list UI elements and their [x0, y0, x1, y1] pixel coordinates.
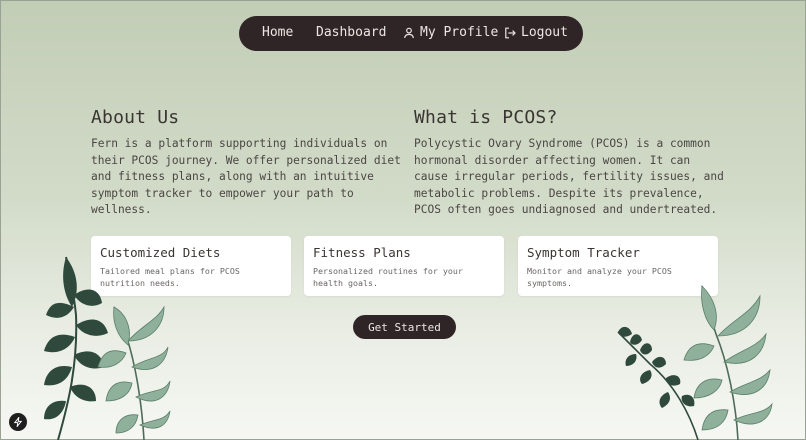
get-started-button[interactable]: Get Started: [353, 315, 456, 339]
pcos-text: Polycystic Ovary Syndrome (PCOS) is a co…: [414, 137, 724, 217]
nav-dashboard-label: Dashboard: [316, 25, 387, 40]
card-title: Symptom Tracker: [527, 245, 640, 260]
nav-logout-label: Logout: [521, 25, 568, 40]
nav-profile-label: My Profile: [420, 25, 499, 40]
nav-logout-link[interactable]: Logout: [504, 25, 568, 40]
about-title: About Us: [91, 107, 180, 128]
feature-card-fitness[interactable]: Fitness Plans Personalized routines for …: [304, 236, 504, 296]
nav-profile-link[interactable]: My Profile: [403, 25, 498, 40]
top-nav: Home Dashboard My Profile Logout: [239, 16, 583, 51]
fern-leaves-left: [44, 256, 171, 440]
nav-home-link[interactable]: Home: [262, 25, 293, 40]
about-text: Fern is a platform supporting individual…: [91, 137, 401, 217]
user-icon: [404, 27, 414, 38]
card-description: Personalized routines for your health go…: [313, 266, 463, 288]
bolt-icon: [13, 417, 23, 427]
bolt-button[interactable]: [9, 413, 27, 431]
nav-dashboard-link[interactable]: Dashboard: [316, 25, 386, 40]
card-title: Fitness Plans: [313, 245, 411, 260]
nav-home-label: Home: [262, 25, 294, 40]
pcos-title: What is PCOS?: [414, 107, 558, 128]
logout-icon: [505, 27, 516, 38]
fern-leaves-right: [617, 285, 773, 440]
